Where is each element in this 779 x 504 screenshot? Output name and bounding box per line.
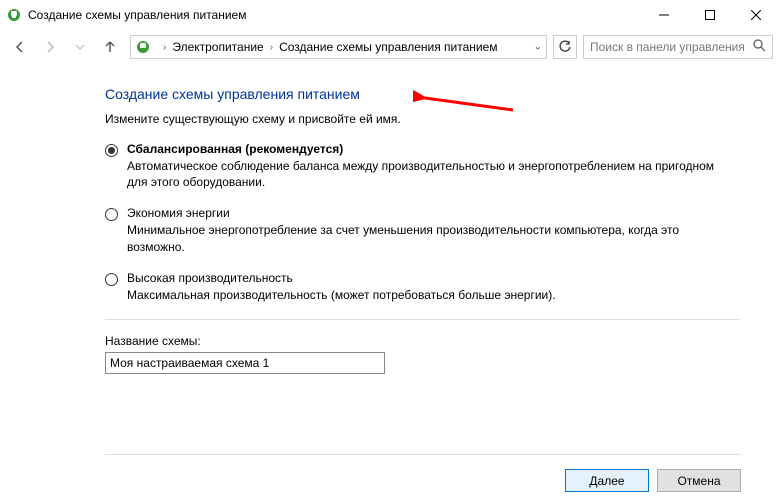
toolbar: › Электропитание › Создание схемы управл…: [0, 30, 779, 64]
plan-name-input[interactable]: [105, 352, 385, 374]
chevron-right-icon: ›: [157, 42, 172, 53]
forward-button[interactable]: [36, 33, 64, 61]
power-options-icon: [6, 7, 22, 23]
titlebar: Создание схемы управления питанием: [0, 0, 779, 30]
maximize-button[interactable]: [687, 0, 733, 30]
breadcrumb[interactable]: › Электропитание › Создание схемы управл…: [130, 35, 547, 59]
search-placeholder: Поиск в панели управления: [590, 40, 753, 54]
option-desc: Максимальная производительность (может п…: [127, 287, 727, 303]
cancel-button[interactable]: Отмена: [657, 469, 741, 492]
up-button[interactable]: [96, 33, 124, 61]
option-desc: Автоматическое соблюдение баланса между …: [127, 158, 727, 190]
search-icon[interactable]: [753, 39, 766, 55]
breadcrumb-item[interactable]: Электропитание: [172, 40, 263, 54]
recent-locations-button[interactable]: [66, 33, 94, 61]
radio-icon[interactable]: [105, 208, 118, 221]
breadcrumb-dropdown-icon[interactable]: ⌄: [534, 42, 542, 53]
back-button[interactable]: [6, 33, 34, 61]
window-title: Создание схемы управления питанием: [28, 8, 246, 22]
next-button[interactable]: Далее: [565, 469, 649, 492]
divider: [105, 319, 740, 320]
option-desc: Минимальное энергопотребление за счет ум…: [127, 222, 727, 254]
option-title: Экономия энергии: [127, 206, 740, 220]
option-title: Сбалансированная (рекомендуется): [127, 142, 740, 156]
window-controls: [641, 0, 779, 30]
plan-name-label: Название схемы:: [105, 334, 740, 348]
refresh-button[interactable]: [553, 35, 577, 59]
radio-option-highperf[interactable]: Высокая производительность Максимальная …: [105, 271, 740, 303]
footer: Далее Отмена: [0, 440, 779, 492]
power-options-icon: [135, 39, 151, 55]
radio-icon[interactable]: [105, 273, 118, 286]
minimize-button[interactable]: [641, 0, 687, 30]
divider: [105, 454, 741, 455]
search-input[interactable]: Поиск в панели управления: [583, 35, 773, 59]
breadcrumb-item[interactable]: Создание схемы управления питанием: [279, 40, 497, 54]
radio-icon[interactable]: [105, 144, 118, 157]
option-title: Высокая производительность: [127, 271, 740, 285]
radio-option-balanced[interactable]: Сбалансированная (рекомендуется) Автомат…: [105, 142, 740, 190]
chevron-right-icon: ›: [264, 42, 279, 53]
content: Создание схемы управления питанием Измен…: [0, 64, 740, 374]
radio-option-powersaver[interactable]: Экономия энергии Минимальное энергопотре…: [105, 206, 740, 254]
page-subtitle: Измените существующую схему и присвойте …: [105, 112, 740, 126]
page-heading: Создание схемы управления питанием: [105, 86, 740, 102]
close-button[interactable]: [733, 0, 779, 30]
